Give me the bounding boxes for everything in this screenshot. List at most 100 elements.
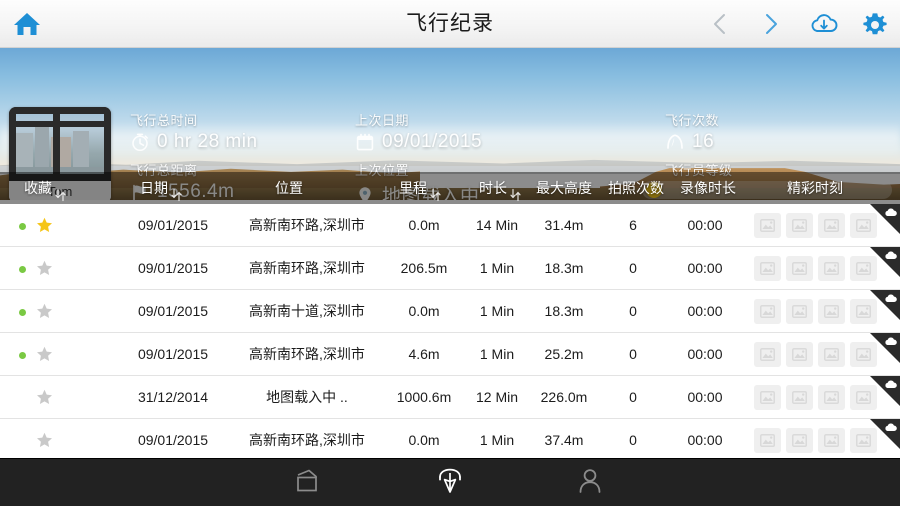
bottom-navigation xyxy=(0,458,900,506)
cell-photo-count: 0 xyxy=(602,247,664,290)
stat-total-time: 飞行总时间 0 hr 28 min xyxy=(130,110,258,153)
thumbnail-placeholder[interactable] xyxy=(786,428,813,453)
flight-record-list[interactable]: 09/01/2015高新南环路,深圳市0.0m14 Min31.4m600:00… xyxy=(0,204,900,456)
cell-date: 09/01/2015 xyxy=(118,333,228,376)
thumbnail-placeholder[interactable] xyxy=(754,213,781,238)
cloud-sync-icon[interactable] xyxy=(808,10,840,38)
cell-location: 高新南环路,深圳市 xyxy=(232,204,382,247)
table-row[interactable]: 09/01/2015高新南环路,深圳市4.6m1 Min25.2m000:00 xyxy=(0,333,900,376)
column-header-photo-count[interactable]: 拍照次数 xyxy=(608,172,664,204)
column-header-date[interactable]: 日期 xyxy=(140,172,182,204)
cell-video-duration: 00:00 xyxy=(668,333,742,376)
thumbnail-placeholder[interactable] xyxy=(818,299,845,324)
top-bar: 飞行纪录 xyxy=(0,0,900,48)
thumbnail-placeholder[interactable] xyxy=(754,342,781,367)
cell-location: 高新南环路,深圳市 xyxy=(232,333,382,376)
flight-record-screen: 飞行纪录 xyxy=(0,0,900,506)
column-header-video-duration[interactable]: 录像时长 xyxy=(680,172,736,204)
thumbnail-placeholder[interactable] xyxy=(818,342,845,367)
highlight-thumbnails xyxy=(754,428,877,453)
cell-location: 地图载入中 .. xyxy=(232,376,382,419)
avatar-photo xyxy=(9,107,111,181)
thumbnail-placeholder[interactable] xyxy=(850,299,877,324)
thumbnail-placeholder[interactable] xyxy=(850,385,877,410)
sync-status-dot xyxy=(19,352,26,359)
thumbnail-placeholder[interactable] xyxy=(754,428,781,453)
thumbnail-placeholder[interactable] xyxy=(786,385,813,410)
column-header-highlights[interactable]: 精彩时刻 xyxy=(787,172,843,204)
gear-icon[interactable] xyxy=(861,11,889,39)
sort-icon xyxy=(430,181,441,195)
cell-duration: 1 Min xyxy=(466,333,528,376)
stat-last-date: 上次日期 09/01/2015 xyxy=(355,110,482,153)
cell-duration: 14 Min xyxy=(466,204,528,247)
cell-photo-count: 0 xyxy=(602,419,664,456)
column-header-favorite[interactable]: 收藏 xyxy=(24,172,66,204)
table-row[interactable]: 31/12/2014地图载入中 ..1000.6m12 Min226.0m000… xyxy=(0,376,900,419)
cell-altitude: 37.4m xyxy=(530,419,598,456)
thumbnail-placeholder[interactable] xyxy=(818,385,845,410)
cell-mileage: 0.0m xyxy=(386,419,462,456)
stat-flight-count: 飞行次数 16 xyxy=(665,110,719,153)
cell-duration: 12 Min xyxy=(466,376,528,419)
cell-photo-count: 0 xyxy=(602,376,664,419)
cell-duration: 1 Min xyxy=(466,290,528,333)
thumbnail-placeholder[interactable] xyxy=(850,428,877,453)
highlight-thumbnails xyxy=(754,342,877,367)
cell-video-duration: 00:00 xyxy=(668,204,742,247)
drone-icon xyxy=(433,466,467,501)
stat-flight-count-label: 飞行次数 xyxy=(665,110,719,129)
cell-duration: 1 Min xyxy=(466,419,528,456)
thumbnail-placeholder[interactable] xyxy=(786,299,813,324)
favorite-star-icon[interactable] xyxy=(36,389,53,406)
prev-button[interactable] xyxy=(706,10,734,38)
cell-date: 09/01/2015 xyxy=(118,419,228,456)
favorite-star-icon[interactable] xyxy=(36,260,53,277)
thumbnail-placeholder[interactable] xyxy=(818,428,845,453)
column-header-duration[interactable]: 时长 xyxy=(479,172,521,204)
sync-status-dot xyxy=(19,223,26,230)
cell-altitude: 18.3m xyxy=(530,247,598,290)
gallery-icon xyxy=(293,467,327,500)
sync-status-dot xyxy=(19,266,26,273)
highlight-thumbnails xyxy=(754,256,877,281)
table-row[interactable]: 09/01/2015高新南环路,深圳市0.0m14 Min31.4m600:00 xyxy=(0,204,900,247)
thumbnail-placeholder[interactable] xyxy=(850,213,877,238)
cell-video-duration: 00:00 xyxy=(668,376,742,419)
favorite-star-icon[interactable] xyxy=(36,346,53,363)
highlight-thumbnails xyxy=(754,385,877,410)
cell-photo-count: 0 xyxy=(602,290,664,333)
propeller-icon xyxy=(665,132,685,152)
thumbnail-placeholder[interactable] xyxy=(754,256,781,281)
thumbnail-placeholder[interactable] xyxy=(786,256,813,281)
nav-aircraft-button[interactable] xyxy=(405,459,495,506)
favorite-star-icon[interactable] xyxy=(36,432,53,449)
cell-date: 09/01/2015 xyxy=(118,290,228,333)
next-button[interactable] xyxy=(757,10,785,38)
nav-gallery-button[interactable] xyxy=(265,459,355,506)
thumbnail-placeholder[interactable] xyxy=(786,213,813,238)
table-row[interactable]: 09/01/2015高新南环路,深圳市206.5m1 Min18.3m000:0… xyxy=(0,247,900,290)
thumbnail-placeholder[interactable] xyxy=(850,256,877,281)
column-header-max-altitude[interactable]: 最大高度 xyxy=(536,172,592,204)
table-row[interactable]: 09/01/2015高新南十道,深圳市0.0m1 Min18.3m000:00 xyxy=(0,290,900,333)
thumbnail-placeholder[interactable] xyxy=(786,342,813,367)
stat-total-time-value: 0 hr 28 min xyxy=(157,131,258,153)
thumbnail-placeholder[interactable] xyxy=(754,299,781,324)
stat-total-time-label: 飞行总时间 xyxy=(130,110,258,129)
column-header-mileage[interactable]: 里程 xyxy=(399,172,441,204)
column-header-location[interactable]: 位置 xyxy=(275,172,303,204)
favorite-star-icon[interactable] xyxy=(36,217,53,234)
cell-photo-count: 6 xyxy=(602,204,664,247)
thumbnail-placeholder[interactable] xyxy=(850,342,877,367)
favorite-star-icon[interactable] xyxy=(36,303,53,320)
thumbnail-placeholder[interactable] xyxy=(818,256,845,281)
thumbnail-placeholder[interactable] xyxy=(818,213,845,238)
highlight-thumbnails xyxy=(754,299,877,324)
thumbnail-placeholder[interactable] xyxy=(754,385,781,410)
cell-location: 高新南环路,深圳市 xyxy=(232,419,382,456)
person-icon xyxy=(575,466,605,501)
cell-altitude: 226.0m xyxy=(530,376,598,419)
table-row[interactable]: 09/01/2015高新南环路,深圳市0.0m1 Min37.4m000:00 xyxy=(0,419,900,456)
nav-profile-button[interactable] xyxy=(545,459,635,506)
